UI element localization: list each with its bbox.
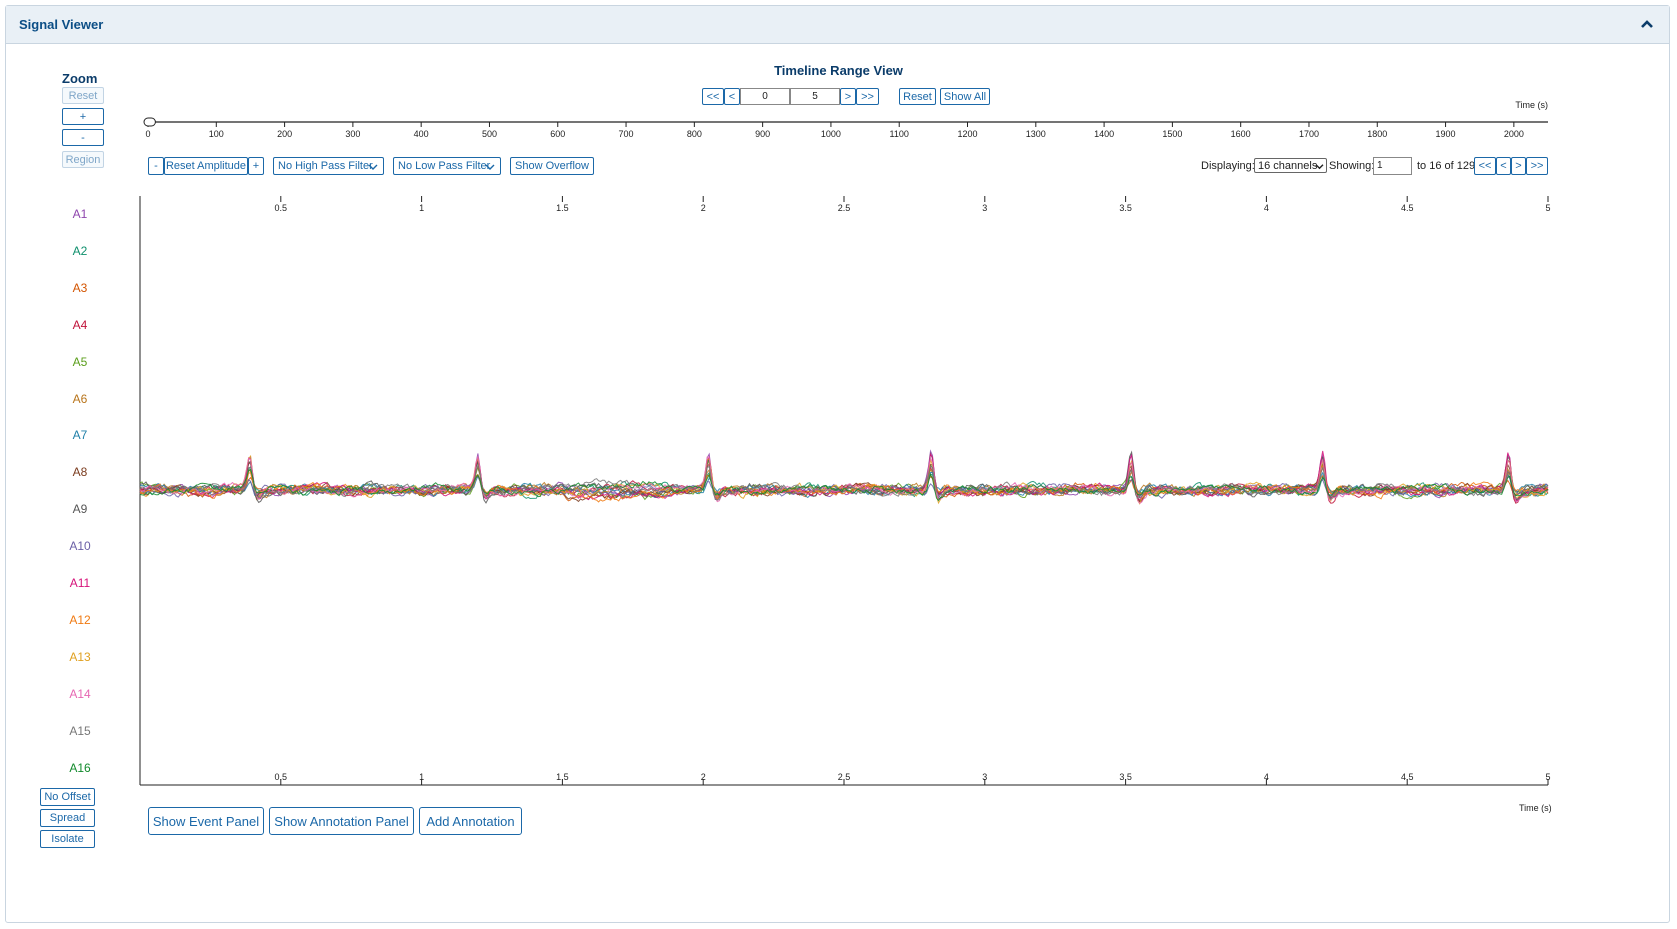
signal-bottom-tick-label: 4.5 <box>1401 772 1414 782</box>
channels-select-value: 16 channels <box>1258 160 1318 172</box>
panel-title: Signal Viewer <box>19 17 104 32</box>
signal-bottom-tick-label: 5 <box>1545 772 1550 782</box>
signal-top-tick-label: 1.5 <box>556 203 569 213</box>
reset-amplitude-button[interactable]: Reset Amplitude <box>164 157 248 175</box>
panel-header[interactable]: Signal Viewer <box>6 6 1669 44</box>
signal-bottom-tick-label: 3.5 <box>1119 772 1132 782</box>
timeline-tick-label: 1100 <box>890 129 909 139</box>
showing-label: Showing: <box>1329 160 1375 172</box>
signal-top-tick-label: 1 <box>419 203 424 213</box>
timeline-tick-label: 1700 <box>1299 129 1319 139</box>
signal-bottom-tick-label: 1 <box>419 772 424 782</box>
channels-next-button[interactable]: > <box>1511 157 1526 175</box>
timeline-tick-label: 2000 <box>1504 129 1524 139</box>
signal-bottom-tick-label: 3 <box>982 772 987 782</box>
timeline-tick-label: 1300 <box>1026 129 1046 139</box>
signal-top-tick-label: 3 <box>982 203 987 213</box>
high-pass-filter-label: No High Pass Filter <box>278 160 373 172</box>
show-event-panel-button[interactable]: Show Event Panel <box>148 807 264 835</box>
amplitude-increase-button[interactable]: + <box>248 157 264 175</box>
timeline-tick-label: 200 <box>277 129 292 139</box>
signal-top-tick-label: 2.5 <box>838 203 851 213</box>
timeline-tick-label: 500 <box>482 129 497 139</box>
signal-top-tick-label: 0.5 <box>275 203 288 213</box>
signal-axis-label: Time (s) <box>1519 803 1552 813</box>
signal-top-tick-label: 5 <box>1545 203 1550 213</box>
timeline-tick-label: 1800 <box>1367 129 1387 139</box>
timeline-tick-label: 1500 <box>1162 129 1182 139</box>
timeline-tick-label: 900 <box>755 129 770 139</box>
signal-bottom-tick-label: 0.5 <box>275 772 288 782</box>
low-pass-filter-dropdown[interactable]: No Low Pass Filter <box>393 157 501 175</box>
signal-bottom-tick-label: 4 <box>1264 772 1269 782</box>
timeline-axis-label: Time (s) <box>1515 100 1548 110</box>
spread-button[interactable]: Spread <box>40 809 95 827</box>
showing-start-input[interactable]: 1 <box>1373 157 1412 175</box>
signal-bottom-tick-label: 2.5 <box>838 772 851 782</box>
channels-first-button[interactable]: << <box>1474 157 1496 175</box>
show-annotation-panel-button[interactable]: Show Annotation Panel <box>269 807 414 835</box>
timeline-tick-label: 700 <box>619 129 634 139</box>
chevron-down-icon <box>485 164 495 170</box>
chevron-up-icon[interactable] <box>1639 16 1655 32</box>
timeline-tick-label: 400 <box>414 129 429 139</box>
timeline-tick-label: 1900 <box>1436 129 1456 139</box>
signal-top-tick-label: 3.5 <box>1119 203 1132 213</box>
signal-top-tick-label: 2 <box>701 203 706 213</box>
chevron-down-icon <box>368 164 378 170</box>
show-overflow-button[interactable]: Show Overflow <box>510 157 594 175</box>
chevron-down-icon <box>1315 164 1324 170</box>
signal-top-tick-label: 4 <box>1264 203 1269 213</box>
low-pass-filter-label: No Low Pass Filter <box>398 160 491 172</box>
add-annotation-button[interactable]: Add Annotation <box>419 807 522 835</box>
timeline-tick-label: 1000 <box>821 129 841 139</box>
timeline-tick-label: 600 <box>550 129 565 139</box>
displaying-label: Displaying: <box>1201 160 1255 172</box>
timeline-tick-label: 800 <box>687 129 702 139</box>
channel-range-text: to 16 of 129 <box>1417 160 1476 172</box>
no-offset-button[interactable]: No Offset <box>40 788 95 806</box>
signal-plot[interactable]: 0.5 0.5 1 1 1.5 1.5 2 2 2.5 2.5 3 3 3.5 3.5 4 4 4.5 4.5 5 5 <box>0 190 1677 800</box>
timeline-tick-label: 1200 <box>957 129 977 139</box>
zoom-region-button[interactable]: Region <box>62 151 104 168</box>
amplitude-decrease-button[interactable]: - <box>148 157 164 175</box>
high-pass-filter-dropdown[interactable]: No High Pass Filter <box>273 157 384 175</box>
channels-per-page-select[interactable]: 16 channels <box>1254 158 1327 173</box>
isolate-button[interactable]: Isolate <box>40 830 95 848</box>
channels-prev-button[interactable]: < <box>1496 157 1511 175</box>
signal-bottom-tick-label: 2 <box>701 772 706 782</box>
channels-last-button[interactable]: >> <box>1526 157 1548 175</box>
timeline-tick-label: 1600 <box>1231 129 1251 139</box>
timeline-tick-label: 100 <box>209 129 224 139</box>
signal-top-tick-label: 4.5 <box>1401 203 1414 213</box>
timeline-tick-label: 1400 <box>1094 129 1114 139</box>
timeline-tick-label: 300 <box>345 129 360 139</box>
timeline-range-title: Timeline Range View <box>774 63 903 78</box>
signal-trace-a14 <box>139 456 1549 504</box>
timeline-tick-label: 0 <box>145 129 150 139</box>
signal-bottom-tick-label: 1.5 <box>556 772 569 782</box>
timeline-range-handle[interactable] <box>143 117 156 127</box>
timeline-axis[interactable]: 0 100 200 300 400 500 600 700 800 900 1000 1100 1200… <box>0 98 1677 144</box>
